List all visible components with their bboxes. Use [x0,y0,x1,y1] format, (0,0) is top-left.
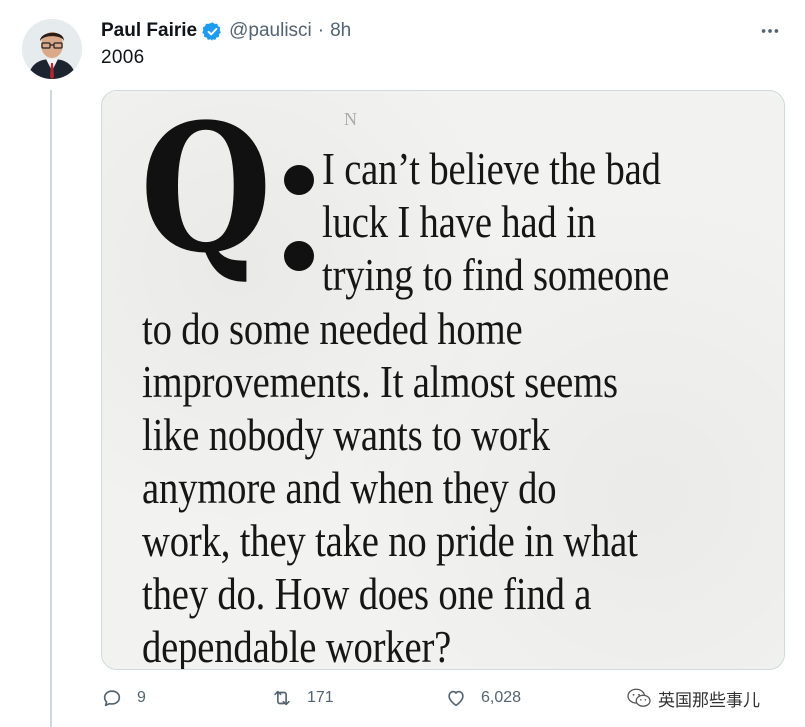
wechat-icon [627,688,651,707]
clipping-line: they do. How does one find a [142,568,592,619]
clipping-line: improvements. It almost seems [142,356,618,407]
like-count: 6,028 [481,689,522,706]
watermark-text: 英国那些事儿 [658,690,760,711]
clipping-corner-mark: N [344,109,357,129]
author-handle[interactable]: @paulisci [229,20,312,42]
retweet-icon [274,690,290,706]
reply-count: 9 [137,689,146,706]
tweet: Paul Fairie @paulisci · 8h 2006 N Q I ca… [0,0,805,727]
more-icon [761,29,779,33]
colon-dot-bottom [284,241,314,271]
clipping-line: anymore and when they do [142,462,557,513]
clipping-line: dependable worker? [142,621,452,670]
avatar-photo [22,19,82,79]
q-letter: Q [140,90,272,292]
thread-line [50,90,52,727]
clipping-line: I can’t believe the bad [322,143,661,194]
separator-dot: · [317,20,325,41]
reply-button[interactable]: 9 [101,683,146,713]
reply-icon [103,690,121,707]
clipping-line: like nobody wants to work [142,409,550,460]
watermark: 英国那些事儿 [626,683,760,713]
retweet-button[interactable]: 171 [271,683,334,713]
timestamp[interactable]: 8h [330,20,351,42]
avatar[interactable] [22,19,82,79]
author-name[interactable]: Paul Fairie [101,20,197,42]
more-options-button[interactable] [755,18,785,44]
heart-icon [448,690,464,707]
clipping-line: work, they take no pride in what [142,515,638,566]
clipping-line: to do some needed home [142,303,523,354]
like-button[interactable]: 6,028 [445,683,521,713]
newspaper-clipping: N Q I can’t believe the bad luck I have … [102,91,784,669]
clipping-line: luck I have had in [322,196,596,247]
colon-dot-top [284,165,314,195]
retweet-count: 171 [307,689,334,706]
tweet-header: Paul Fairie @paulisci · 8h [101,18,351,44]
tweet-media-image[interactable]: N Q I can’t believe the bad luck I have … [101,90,785,670]
tweet-text: 2006 [101,47,145,68]
clipping-line: trying to find someone [322,249,670,300]
verified-badge-icon [202,21,223,42]
